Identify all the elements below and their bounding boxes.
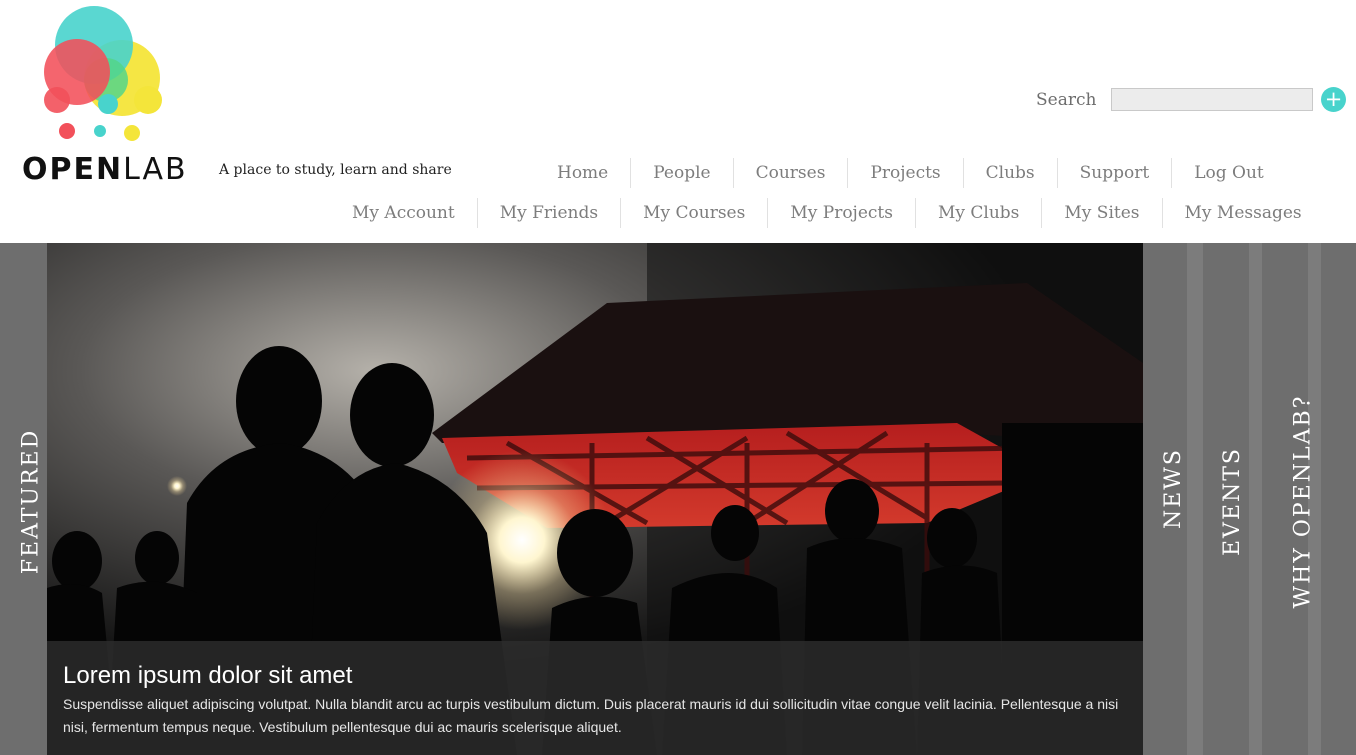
tab-news-label: NEWS [1161, 448, 1186, 529]
search-label: Search [1036, 90, 1097, 110]
main-navigation: Home People Courses Projects Clubs Suppo… [535, 156, 1269, 190]
nav-my-courses[interactable]: My Courses [620, 198, 767, 228]
nav-home[interactable]: Home [535, 158, 630, 188]
featured-caption-text: Suspendisse aliquet adipiscing volutpat.… [63, 696, 1119, 735]
account-navigation: My Account My Friends My Courses My Proj… [330, 198, 1310, 228]
nav-my-account[interactable]: My Account [330, 198, 477, 228]
plus-circle-icon: + [1324, 87, 1343, 111]
wordmark-light: LAB [123, 152, 188, 187]
featured-caption: Lorem ipsum dolor sit amet Suspendisse a… [47, 641, 1143, 755]
nav-clubs[interactable]: Clubs [962, 158, 1057, 188]
featured-photo[interactable]: Lorem ipsum dolor sit amet Suspendisse a… [47, 243, 1143, 755]
tab-featured[interactable]: FEATURED [0, 243, 47, 755]
openlab-logo[interactable]: OPENLAB [0, 0, 200, 200]
logo-bubbles-icon [44, 6, 162, 141]
nav-my-projects[interactable]: My Projects [767, 198, 915, 228]
tab-featured-label: FEATURED [18, 428, 44, 575]
tab-why-openlab[interactable]: WHY OPENLAB? [1262, 243, 1315, 755]
logo-wordmark: OPENLAB [22, 152, 188, 187]
search-submit-button[interactable]: + [1321, 87, 1346, 112]
nav-log-out[interactable]: Log Out [1171, 158, 1269, 188]
nav-projects[interactable]: Projects [847, 158, 962, 188]
hero-side-tabs: NEWS EVENTS WHY OPENLAB? [1143, 243, 1356, 755]
nav-people[interactable]: People [630, 158, 732, 188]
tab-news[interactable]: NEWS [1143, 243, 1187, 755]
nav-my-messages[interactable]: My Messages [1161, 198, 1310, 228]
hero-slider: FEATURED Lorem ipsum dolor sit amet Susp… [0, 243, 1356, 755]
featured-caption-title[interactable]: Lorem ipsum dolor sit amet [63, 661, 1127, 691]
nav-my-friends[interactable]: My Friends [476, 198, 620, 228]
nav-my-clubs[interactable]: My Clubs [914, 198, 1041, 228]
search-input[interactable] [1111, 88, 1313, 111]
tab-why-openlab-label: WHY OPENLAB? [1290, 394, 1316, 609]
tab-events[interactable]: EVENTS [1203, 243, 1249, 755]
tab-events-label: EVENTS [1220, 446, 1246, 557]
nav-support[interactable]: Support [1056, 158, 1172, 188]
nav-my-sites[interactable]: My Sites [1041, 198, 1161, 228]
site-tagline: A place to study, learn and share [219, 162, 452, 178]
nav-courses[interactable]: Courses [732, 158, 848, 188]
tab-extra[interactable] [1321, 243, 1356, 755]
wordmark-bold: OPEN [22, 152, 124, 187]
